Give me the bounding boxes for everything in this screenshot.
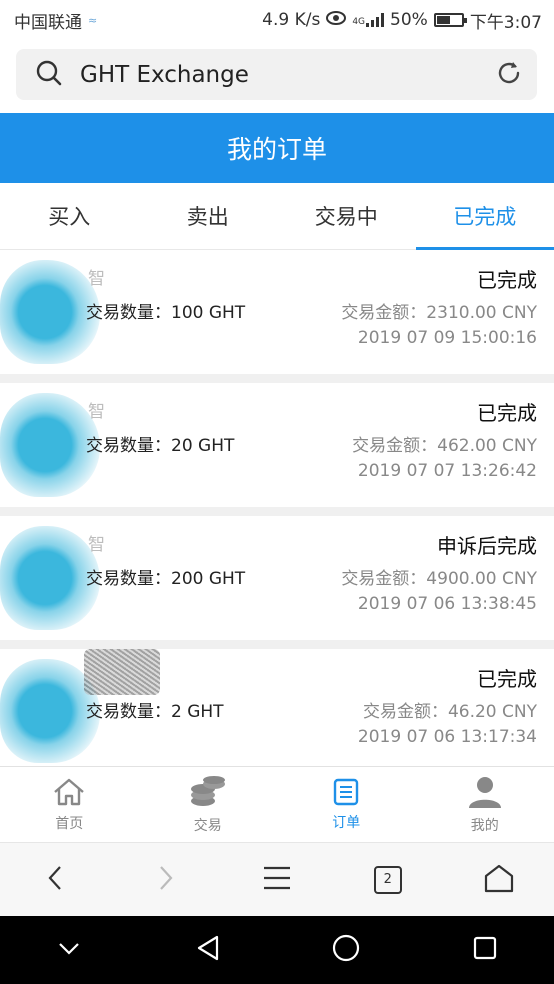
divider	[0, 640, 554, 649]
tab-count: 2	[383, 872, 392, 887]
menu-button[interactable]	[247, 855, 307, 905]
search-input[interactable]: GHT Exchange	[80, 62, 495, 88]
network-type: 4G	[352, 17, 366, 27]
eye-comfort-icon	[326, 10, 347, 30]
order-amount: 交易金额：2310.00 CNY	[341, 303, 537, 323]
order-tabs: 买入 卖出 交易中 已完成	[0, 183, 554, 250]
order-status: 已完成	[477, 667, 537, 691]
tab-label: 交易中	[314, 205, 378, 229]
tab-label: 卖出	[186, 205, 229, 229]
nav-trade[interactable]: 交易	[139, 767, 278, 842]
tab-label: 已完成	[453, 205, 517, 229]
order-amount: 交易金额：462.00 CNY	[352, 436, 537, 456]
order-card[interactable]: 交易数量：2 GHT 已完成 交易金额：46.20 CNY 2019 07 06…	[0, 649, 554, 773]
avatar	[0, 526, 100, 630]
browser-toolbar: 2	[0, 842, 554, 916]
order-card[interactable]: 智 交易数量：20 GHT 已完成 交易金额：462.00 CNY 2019 0…	[0, 383, 554, 507]
coins-icon	[190, 775, 226, 813]
triangle-back-icon	[196, 935, 220, 965]
net-speed: 4.9 K/s	[262, 10, 321, 30]
trader-name: 智	[88, 535, 105, 555]
system-recents-button[interactable]	[455, 925, 515, 975]
nav-orders[interactable]: 订单	[277, 767, 416, 842]
redacted-name	[84, 649, 160, 695]
search-bar[interactable]: GHT Exchange	[16, 49, 537, 100]
avatar	[0, 260, 100, 364]
order-amount: 交易金额：46.20 CNY	[362, 702, 537, 722]
tab-trading[interactable]: 交易中	[277, 183, 416, 249]
search-icon	[36, 60, 62, 90]
order-card[interactable]: 智 交易数量：200 GHT 申诉后完成 交易金额：4900.00 CNY 20…	[0, 516, 554, 640]
circle-home-icon	[332, 934, 360, 966]
chevron-right-icon	[159, 865, 173, 895]
system-nav	[0, 916, 554, 984]
order-time: 2019 07 09 15:00:16	[357, 328, 537, 348]
order-time: 2019 07 06 13:38:45	[357, 594, 537, 614]
order-amount: 交易金额：4900.00 CNY	[341, 569, 537, 589]
tab-sell[interactable]: 卖出	[139, 183, 278, 249]
menu-icon	[263, 866, 291, 894]
tabs-icon: 2	[373, 865, 402, 894]
system-back-button[interactable]	[178, 925, 238, 975]
tabs-button[interactable]: 2	[358, 855, 418, 905]
order-status: 申诉后完成	[437, 534, 537, 558]
home-icon	[52, 777, 86, 811]
tab-label: 买入	[48, 205, 91, 229]
user-icon	[468, 775, 502, 813]
page-title: 我的订单	[226, 135, 327, 164]
status-bar: 中国联通 ≈ 4.9 K/s 4G 50% 下午3:07	[0, 0, 554, 40]
order-time: 2019 07 07 13:26:42	[357, 461, 537, 481]
chevron-down-icon	[58, 941, 80, 960]
chevron-left-icon	[48, 865, 62, 895]
home-button[interactable]	[469, 855, 529, 905]
battery-percent: 50%	[390, 10, 428, 30]
nav-label: 首页	[55, 815, 84, 832]
nav-home[interactable]: 首页	[0, 767, 139, 842]
order-status: 已完成	[477, 268, 537, 292]
divider	[0, 507, 554, 516]
clock: 下午3:07	[469, 12, 542, 33]
page-header: 我的订单	[0, 113, 554, 183]
divider	[0, 374, 554, 383]
square-recents-icon	[473, 936, 497, 964]
hd-voice-icon: ≈	[88, 13, 98, 27]
back-button[interactable]	[25, 855, 85, 905]
order-quantity: 交易数量：2 GHT	[86, 702, 224, 722]
carrier-label: 中国联通	[14, 12, 82, 33]
order-time: 2019 07 06 13:17:34	[357, 727, 537, 747]
order-card[interactable]: 智 交易数量：100 GHT 已完成 交易金额：2310.00 CNY 2019…	[0, 250, 554, 374]
system-home-button[interactable]	[316, 925, 376, 975]
order-quantity: 交易数量：20 GHT	[86, 436, 235, 456]
trader-name: 智	[88, 402, 105, 422]
battery-icon	[433, 13, 467, 27]
avatar	[0, 393, 100, 497]
order-list: 智 交易数量：100 GHT 已完成 交易金额：2310.00 CNY 2019…	[0, 250, 554, 773]
nav-label: 我的	[470, 817, 499, 834]
tab-completed[interactable]: 已完成	[415, 183, 554, 250]
order-status: 已完成	[477, 401, 537, 425]
hide-nav-button[interactable]	[39, 925, 99, 975]
nav-label: 订单	[332, 814, 361, 831]
order-quantity: 交易数量：200 GHT	[86, 569, 246, 589]
nav-label: 交易	[193, 817, 222, 834]
trader-name: 智	[88, 269, 105, 289]
tab-buy[interactable]: 买入	[0, 183, 139, 249]
orders-icon	[333, 778, 359, 810]
signal-icon: 4G	[352, 13, 385, 27]
browser-home-icon	[483, 863, 515, 897]
nav-profile[interactable]: 我的	[416, 767, 554, 842]
bottom-nav: 首页 交易 订单 我的	[0, 766, 554, 842]
refresh-icon[interactable]	[495, 59, 523, 91]
order-quantity: 交易数量：100 GHT	[86, 303, 246, 323]
forward-button[interactable]	[136, 855, 196, 905]
